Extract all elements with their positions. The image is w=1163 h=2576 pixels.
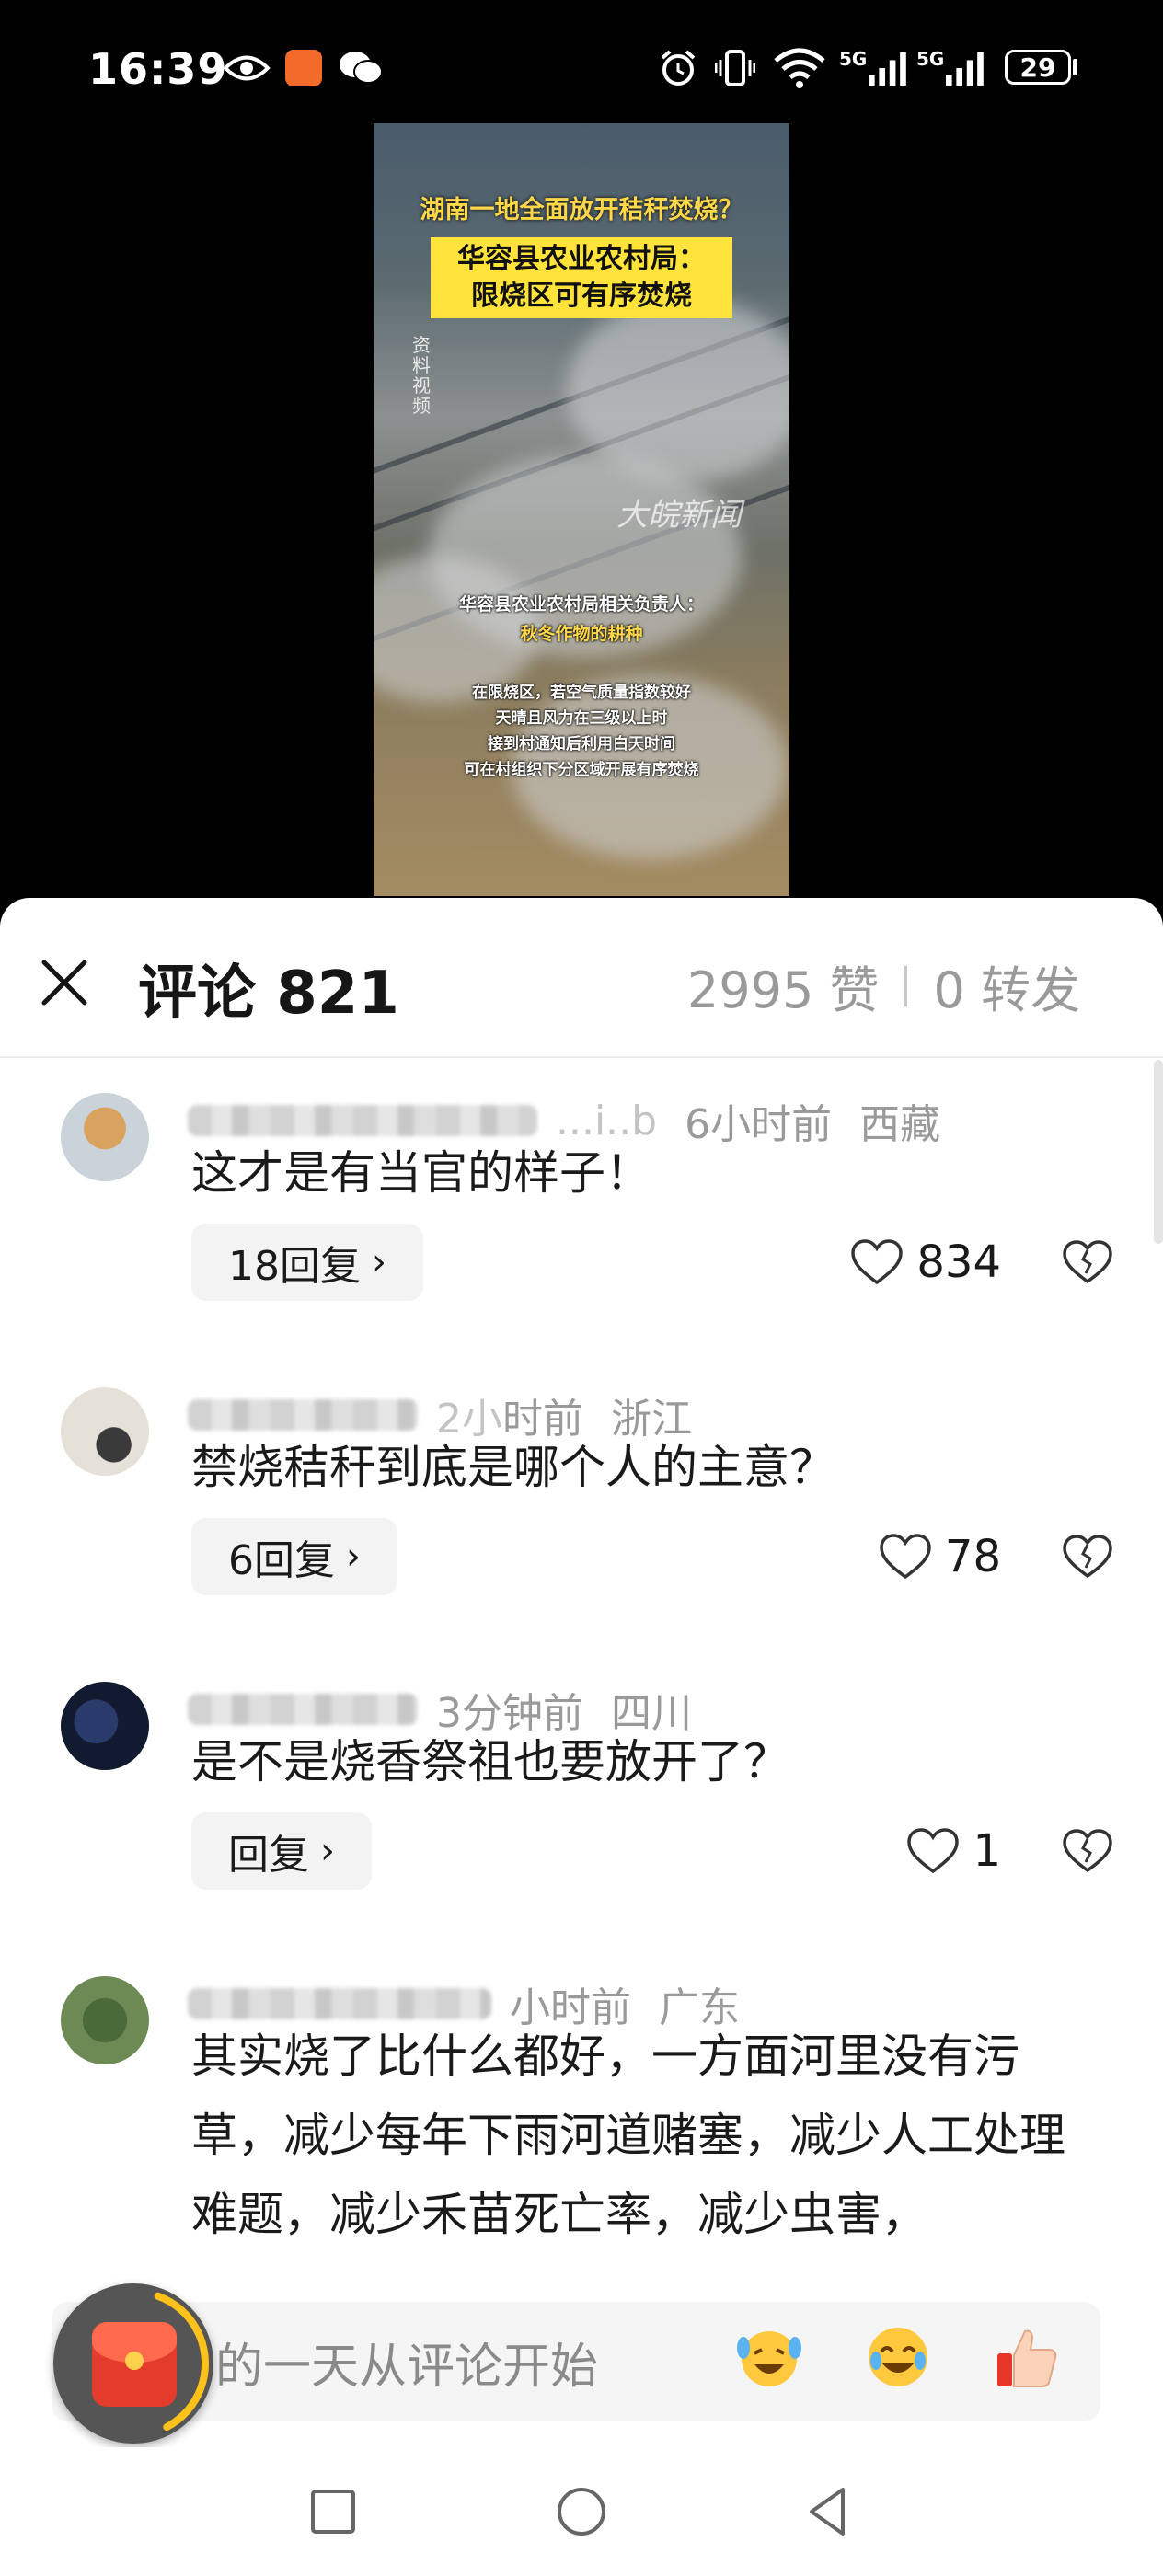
post-stats: 2995 赞 0 转发 [687, 949, 1080, 1022]
heart-icon [851, 1239, 904, 1285]
avatar[interactable] [61, 1387, 149, 1476]
back-icon[interactable] [800, 2484, 856, 2539]
thumbs-up-emoji[interactable] [988, 2318, 1065, 2396]
reply-button[interactable]: 回复 › [191, 1812, 372, 1890]
like-button[interactable]: 1 [906, 1812, 1001, 1890]
username-blurred[interactable] [188, 1694, 418, 1725]
heart-icon [880, 1534, 931, 1580]
video-title-box-line: 限烧区可有序焚烧 [471, 280, 692, 312]
red-packet-button[interactable] [53, 2283, 213, 2444]
video-caption: 接到村通知后利用白天时间 [488, 735, 675, 753]
app-icon [283, 48, 324, 88]
username-blurred[interactable] [188, 1399, 418, 1431]
like-count: 78 [944, 1531, 1001, 1582]
like-count: 834 [916, 1236, 1001, 1288]
video-caption: 华容县农业农村局相关负责人： [458, 594, 704, 615]
like-count: 1 [973, 1825, 1001, 1877]
chevron-right-icon: › [320, 1830, 335, 1872]
comment-text: 其实烧了比什么都好，一方面河里没有污草，减少每年下雨河道赌塞，减少人工处理难题，… [191, 2030, 1065, 2241]
chevron-right-icon: › [346, 1535, 361, 1578]
stats-divider [904, 965, 908, 1006]
dislike-icon[interactable] [1060, 1812, 1115, 1890]
vibrate-icon [714, 48, 756, 88]
comment-text: 是不是烧香祭祖也要放开了？ [191, 1735, 789, 1788]
home-icon[interactable] [554, 2484, 609, 2539]
video-side-label: 资料视频 [412, 334, 431, 417]
likes-total[interactable]: 2995 赞 [687, 949, 880, 1022]
chevron-right-icon: › [372, 1241, 386, 1283]
signal-5g-icon: 5G [839, 48, 909, 88]
comments-title: 评论 821 [138, 960, 399, 1028]
video-player[interactable]: 湖南一地全面放开秸秆焚烧？ 华容县农业农村局： 限烧区可有序焚烧 资料视频 大皖… [374, 123, 789, 896]
video-title: 湖南一地全面放开秸秆焚烧？ [420, 196, 743, 224]
video-caption: 秋冬作物的耕种 [520, 624, 643, 644]
video-title-box: 华容县农业农村局： 限烧区可有序焚烧 [431, 237, 732, 318]
username-blurred[interactable] [188, 1105, 537, 1136]
tears-of-joy-emoji[interactable] [859, 2318, 937, 2396]
eye-icon [221, 48, 272, 88]
reply-button[interactable]: 18回复 › [191, 1224, 423, 1301]
recent-apps-icon[interactable] [305, 2484, 361, 2539]
share-count[interactable]: 0 转发 [933, 949, 1080, 1022]
comment-text: 这才是有当官的样子！ [191, 1146, 651, 1200]
alarm-icon [657, 48, 699, 88]
red-envelope-coin [125, 2352, 144, 2370]
status-bar: 16:39 5G 5G 29 [0, 0, 1163, 138]
close-icon[interactable] [37, 955, 92, 1010]
status-time: 16:39 [88, 44, 228, 94]
navigation-bar [0, 2447, 1163, 2576]
dislike-icon[interactable] [1060, 1224, 1115, 1301]
signal-5g-icon: 5G [916, 48, 986, 88]
avatar[interactable] [61, 1093, 149, 1181]
avatar[interactable] [61, 1976, 149, 2064]
scrollbar[interactable] [1154, 1060, 1163, 1244]
video-title-box-line: 华容县农业农村局： [457, 243, 706, 275]
reply-count: 18回复 [228, 1243, 361, 1290]
username-blurred[interactable] [188, 1988, 491, 2019]
avatar[interactable] [61, 1682, 149, 1770]
wechat-icon [337, 48, 385, 88]
heart-icon [907, 1828, 960, 1874]
reply-button[interactable]: 6回复 › [191, 1518, 397, 1595]
dislike-icon[interactable] [1060, 1518, 1115, 1595]
battery-tip [1073, 59, 1077, 75]
video-watermark: 大皖新闻 [616, 497, 742, 534]
wifi-icon [771, 48, 828, 88]
video-caption: 在限烧区，若空气质量指数较好 [472, 684, 691, 702]
video-caption: 天晴且风力在三级以上时 [495, 709, 668, 728]
battery-indicator: 29 [1005, 50, 1071, 85]
header-divider [0, 1056, 1163, 1058]
like-button[interactable]: 834 [850, 1224, 1001, 1301]
video-caption: 可在村组织下分区域开展有序焚烧 [464, 761, 699, 779]
laughing-crying-emoji[interactable] [731, 2318, 808, 2396]
reply-count: 回复 [228, 1832, 309, 1879]
reply-count: 6回复 [228, 1537, 335, 1584]
like-button[interactable]: 78 [879, 1518, 1001, 1595]
comment-text: 禁烧秸秆到底是哪个人的主意？ [191, 1441, 835, 1494]
